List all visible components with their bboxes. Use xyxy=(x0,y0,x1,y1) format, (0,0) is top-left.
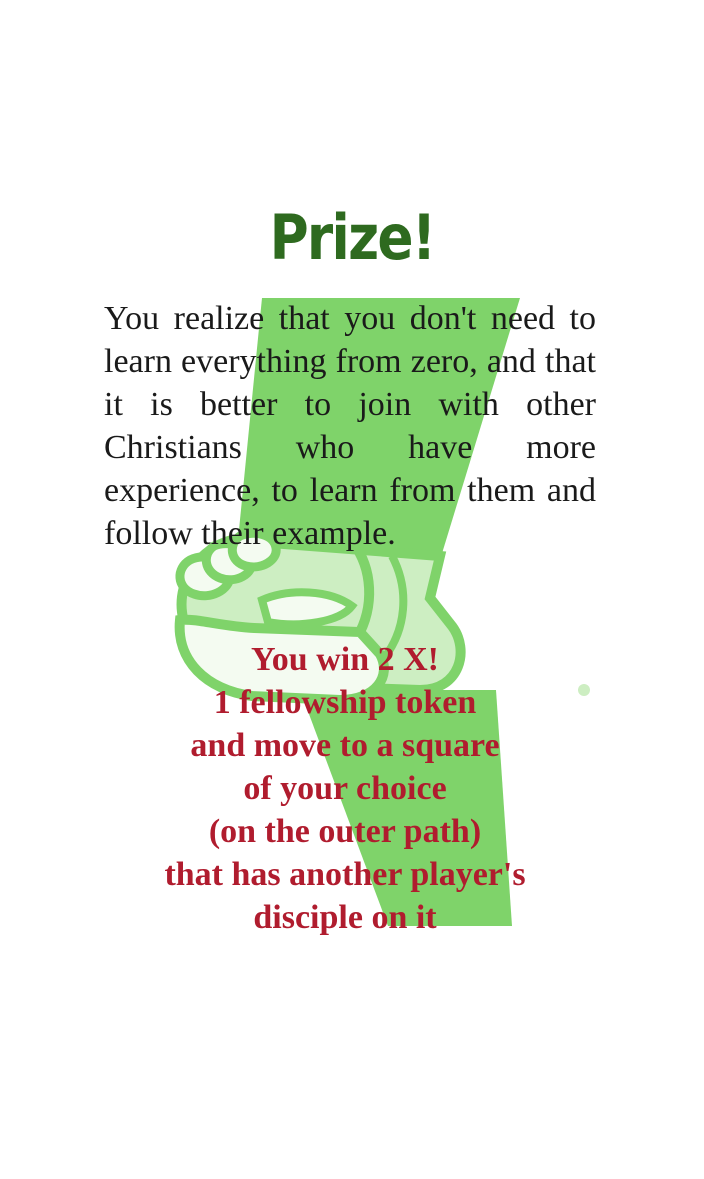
clasped-hands-icon xyxy=(174,298,590,926)
prize-line: 1 fellowship token xyxy=(213,684,477,721)
prize-line: that has another player's xyxy=(164,856,526,893)
card-title: Prize! xyxy=(269,201,437,274)
prize-line: and move to a square xyxy=(190,727,500,764)
prize-text: You win 2 X! 1 fellowship token and move… xyxy=(0,638,690,939)
prize-line: You win 2 X! xyxy=(251,641,439,678)
prize-line: disciple on it xyxy=(253,899,437,936)
game-card: Prize! You realize that you don't need t… xyxy=(0,0,704,1179)
story-text: You realize that you don't need to learn… xyxy=(104,300,596,552)
prize-line: (on the outer path) xyxy=(208,813,482,850)
prize-line: of your choice xyxy=(243,770,447,807)
